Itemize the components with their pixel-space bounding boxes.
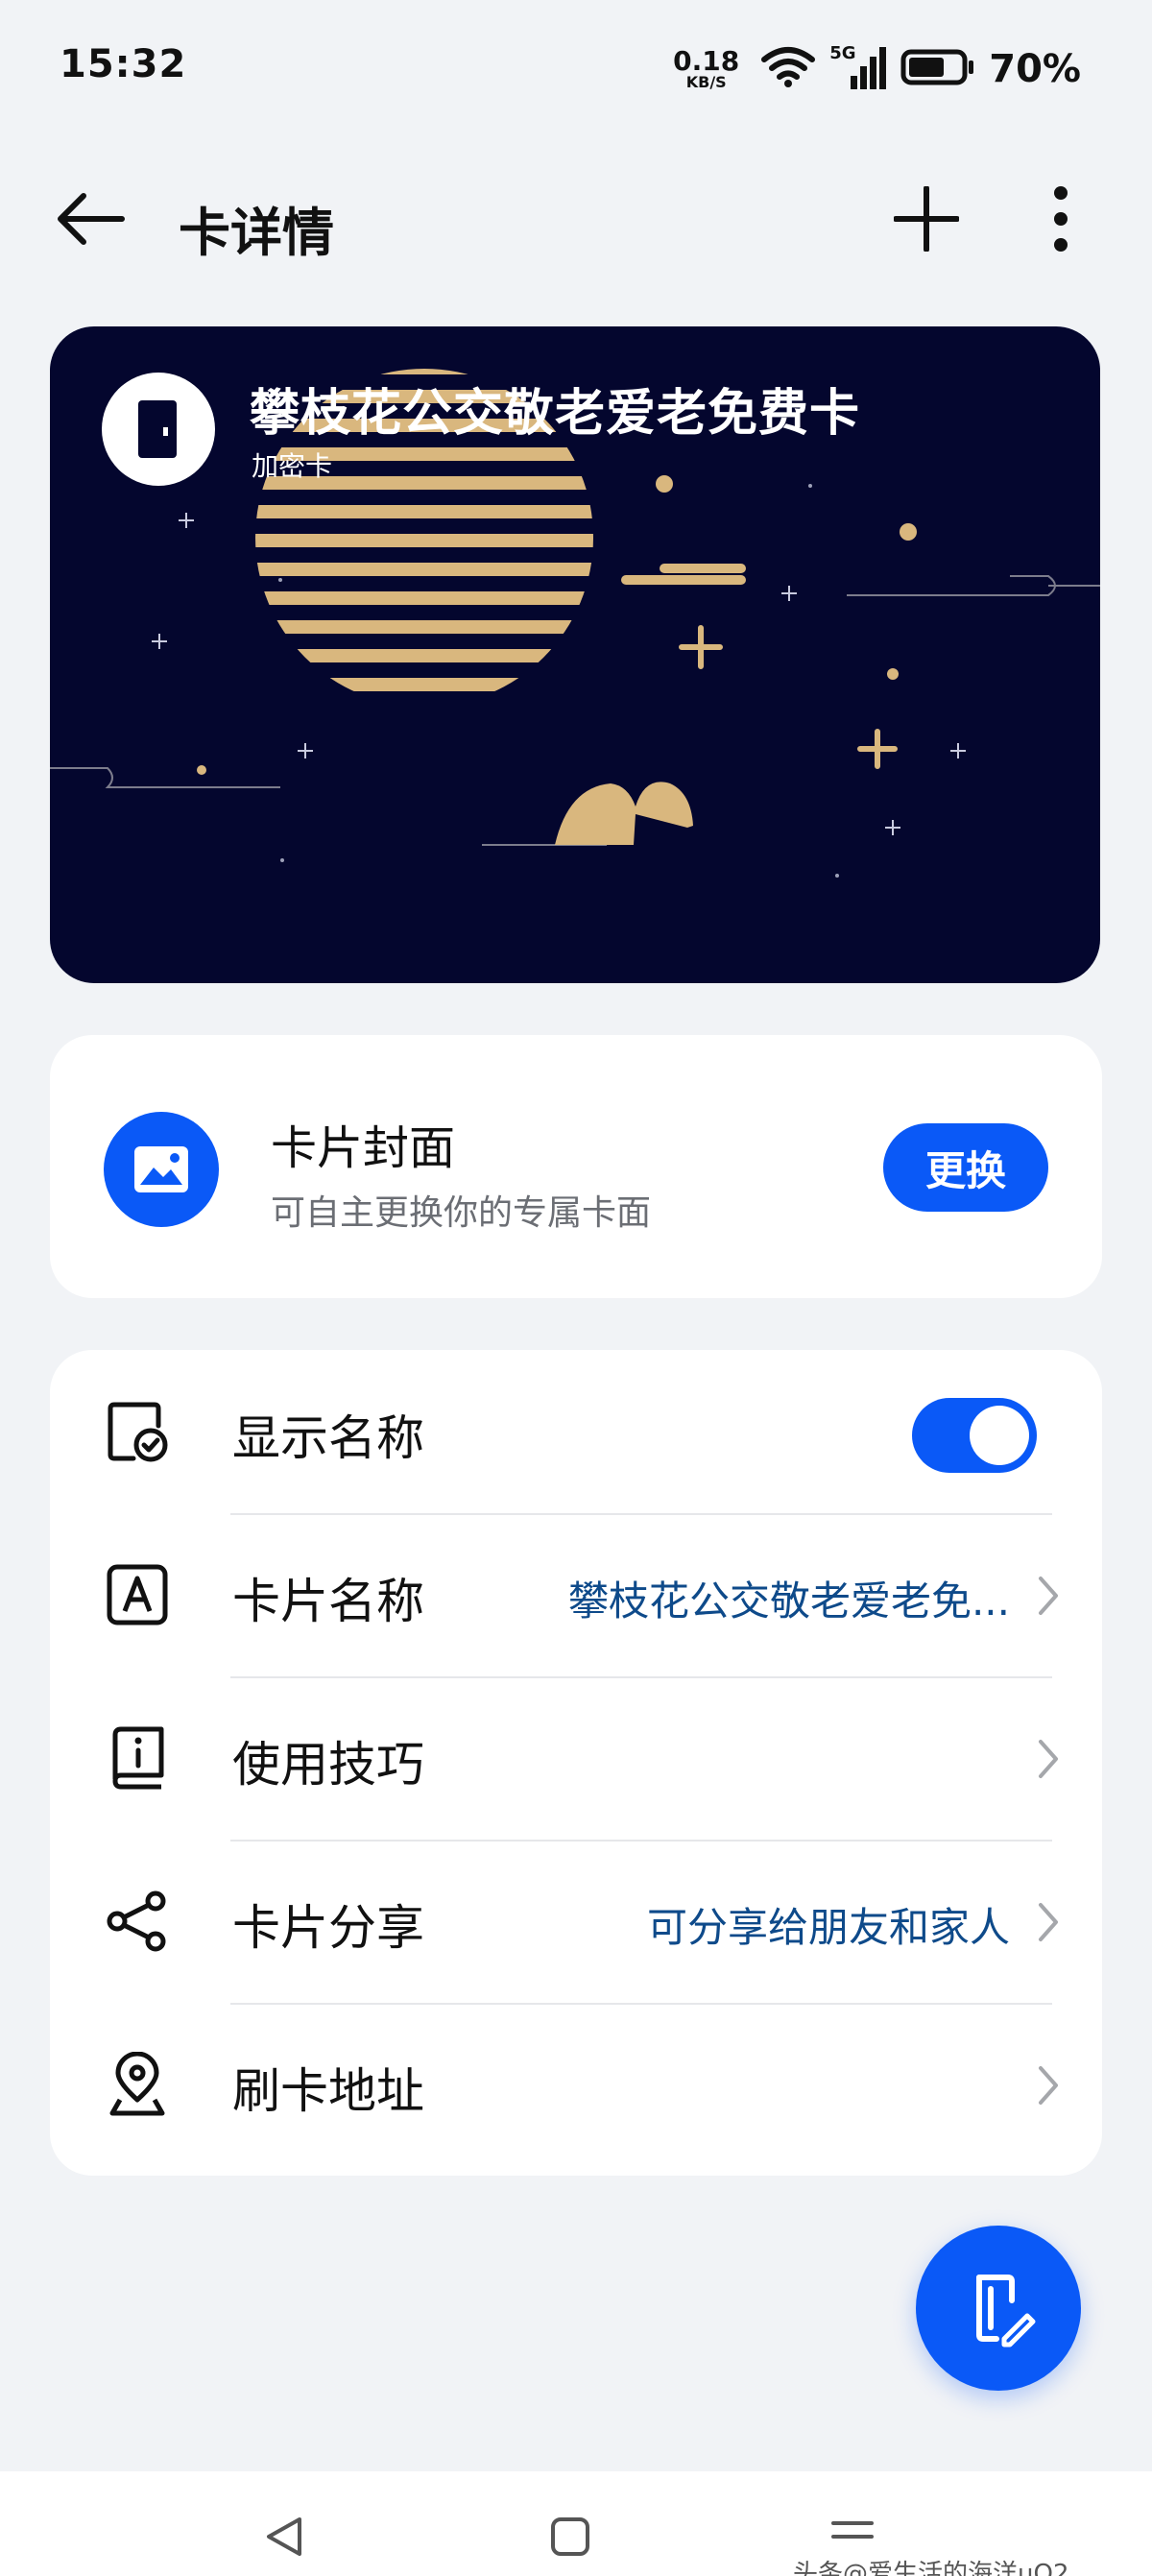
- setting-label: 刷卡地址: [232, 2063, 424, 2119]
- network-speed: 0.18 KB/S: [673, 48, 739, 90]
- card-image[interactable]: 攀枝花公交敬老爱老免费卡 加密卡: [50, 326, 1100, 983]
- display-name-icon: [104, 1398, 171, 1465]
- setting-row-card-share[interactable]: 卡片分享 可分享给朋友和家人: [50, 1840, 1102, 2003]
- door-icon: [138, 400, 177, 458]
- setting-label: 卡片名称: [232, 1574, 424, 1629]
- display-name-toggle[interactable]: [912, 1398, 1037, 1473]
- network-speed-value: 0.18: [673, 45, 740, 77]
- status-time: 15:32: [60, 42, 187, 86]
- setting-label: 使用技巧: [232, 1737, 424, 1793]
- status-icons: 0.18 KB/S 5G 70%: [673, 42, 1081, 96]
- setting-row-usage-tips[interactable]: 使用技巧: [50, 1676, 1102, 1840]
- image-icon: [134, 1146, 188, 1192]
- chevron-right-icon: [1029, 1569, 1068, 1623]
- letter-a-icon: [104, 1561, 171, 1628]
- back-arrow-icon: [58, 193, 125, 245]
- card-issuer-logo: [102, 373, 215, 486]
- setting-value: 可分享给朋友和家人: [646, 1904, 1010, 1951]
- cover-title: 卡片封面: [271, 1121, 456, 1175]
- plus-icon: [894, 186, 959, 252]
- toggle-knob: [970, 1406, 1029, 1465]
- nav-recent-icon: [831, 2521, 874, 2539]
- card-type-label: 加密卡: [252, 450, 333, 482]
- card-name: 攀枝花公交敬老爱老免费卡: [250, 385, 861, 443]
- battery-percent: 70%: [989, 47, 1081, 91]
- setting-value: 攀枝花公交敬老爱老免...: [567, 1577, 1010, 1625]
- card-edit-icon: [976, 2275, 1036, 2347]
- network-speed-unit: KB/S: [685, 73, 727, 91]
- location-pin-icon: [104, 2051, 171, 2118]
- nav-back-icon: [267, 2517, 301, 2556]
- change-cover-button[interactable]: 更换: [883, 1123, 1048, 1212]
- watermark-text: 头条@爱生活的海洋uO2: [793, 2560, 1069, 2576]
- battery-icon: [900, 48, 975, 90]
- top-app-bar: 卡详情: [0, 161, 1152, 277]
- share-icon: [104, 1888, 171, 1955]
- nav-home-button[interactable]: [541, 2508, 599, 2565]
- system-navigation-bar: 头条@爱生活的海洋uO2: [0, 2471, 1152, 2576]
- card-cover-panel: 卡片封面 可自主更换你的专属卡面 更换: [50, 1035, 1102, 1298]
- chevron-right-icon: [1029, 1895, 1068, 1949]
- card-settings-list: 显示名称 卡片名称 攀枝花公交敬老爱老免... 使用技巧 卡片分享 可分享给朋友…: [50, 1350, 1102, 2176]
- status-bar: 15:32 0.18 KB/S 5G 70%: [0, 0, 1152, 134]
- setting-label: 显示名称: [232, 1410, 424, 1466]
- chevron-right-icon: [1029, 1732, 1068, 1786]
- card-edit-fab[interactable]: [916, 2226, 1081, 2391]
- cover-description: 可自主更换你的专属卡面: [271, 1193, 652, 1233]
- more-vertical-icon: [1054, 186, 1068, 252]
- setting-row-card-name[interactable]: 卡片名称 攀枝花公交敬老爱老免...: [50, 1513, 1102, 1676]
- signal-icon: 5G: [829, 43, 887, 91]
- back-button[interactable]: [46, 179, 132, 259]
- wifi-icon: [760, 46, 816, 92]
- page-title: 卡详情: [179, 203, 334, 263]
- add-card-button[interactable]: [883, 179, 970, 259]
- nav-home-icon: [551, 2517, 589, 2556]
- setting-row-tap-address[interactable]: 刷卡地址: [50, 2003, 1102, 2166]
- info-book-icon: [104, 1724, 171, 1792]
- cover-icon-badge: [104, 1112, 219, 1227]
- more-options-button[interactable]: [1018, 179, 1104, 259]
- nav-back-button[interactable]: [255, 2508, 313, 2565]
- setting-row-display-name: 显示名称: [50, 1350, 1102, 1513]
- setting-label: 卡片分享: [232, 1900, 424, 1956]
- chevron-right-icon: [1029, 2058, 1068, 2112]
